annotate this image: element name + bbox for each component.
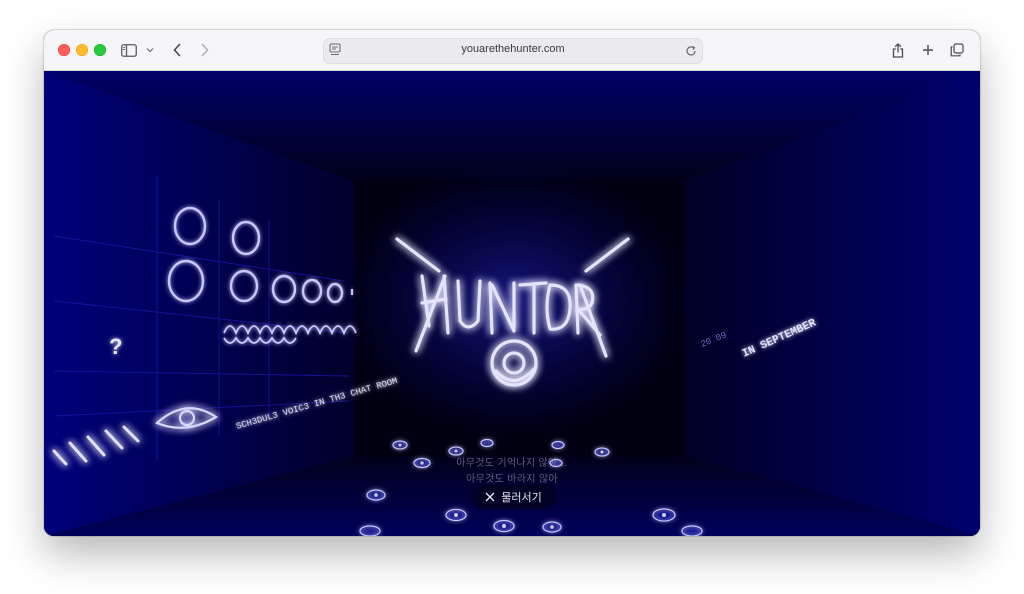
minimize-window-button[interactable] [76, 44, 88, 56]
web-content: ? SCH3DUL3 VOIC3 IN TH3 CHAT ROOM 20 09 … [44, 71, 980, 536]
retreat-button-label: 물러서기 [501, 492, 542, 504]
browser-toolbar: youarethehunter.com [44, 30, 980, 71]
url-text[interactable]: youarethehunter.com [324, 43, 702, 55]
back-icon[interactable] [169, 40, 185, 60]
forward-icon[interactable] [197, 40, 213, 60]
browser-window: youarethehunter.com ? SCH3DUL3 VOIC3 IN … [44, 30, 980, 536]
zoom-window-button[interactable] [94, 44, 106, 56]
tabs-icon[interactable] [948, 40, 966, 60]
question-mark: ? [109, 334, 122, 359]
share-icon[interactable] [890, 40, 906, 60]
sidebar-icon[interactable] [120, 40, 138, 60]
close-icon [485, 492, 495, 502]
retreat-button[interactable]: 물러서기 [471, 485, 556, 509]
message-line-1: 아무것도 기억나지 않아… [456, 458, 568, 469]
chevron-down-icon[interactable] [144, 40, 156, 60]
reload-icon[interactable] [685, 44, 697, 62]
message-line-2: 아무것도 바라지 않아 [466, 474, 558, 485]
plus-icon[interactable] [920, 40, 936, 60]
address-bar[interactable]: youarethehunter.com [323, 38, 703, 64]
close-window-button[interactable] [58, 44, 70, 56]
